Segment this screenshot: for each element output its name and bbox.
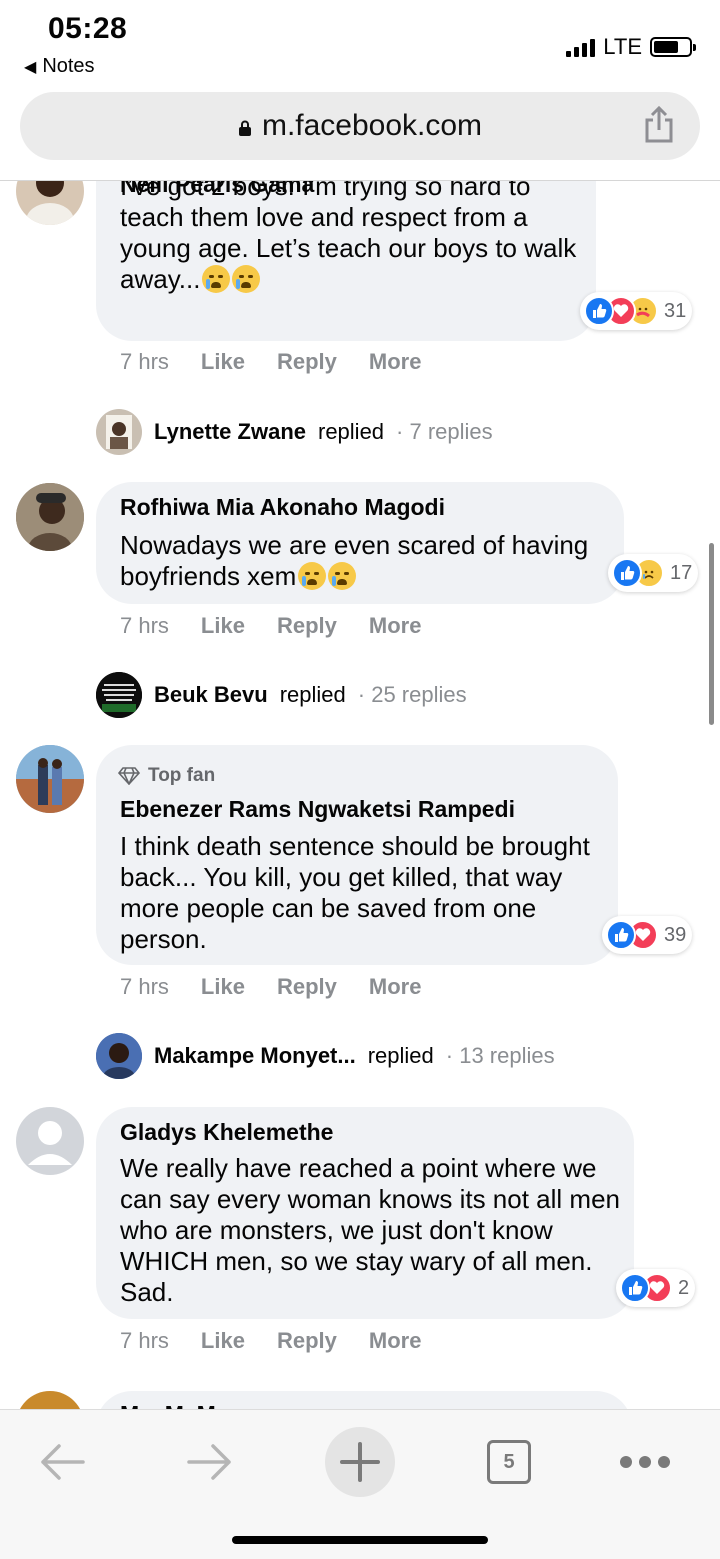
reply-count: · 25 replies <box>357 682 467 707</box>
sleepy-face-icon <box>298 562 327 590</box>
like-reaction-icon <box>584 296 614 326</box>
reply-button[interactable]: Reply <box>277 1328 337 1354</box>
reply-button[interactable]: Reply <box>277 349 337 375</box>
comment-bubble[interactable]: M... M. M... <box>96 1391 632 1409</box>
url-text: m.facebook.com <box>261 109 483 142</box>
ellipsis-icon <box>620 1456 670 1468</box>
home-indicator[interactable] <box>232 1536 488 1544</box>
replier-avatar <box>96 1033 142 1079</box>
plus-icon <box>340 1442 380 1482</box>
share-icon[interactable] <box>644 106 674 144</box>
reply-count: · 7 replies <box>396 419 493 444</box>
comment-time: 7 hrs <box>120 1328 169 1353</box>
comment-body: I’ve got 2 boys. I’m trying so hard to t… <box>120 181 580 295</box>
replies-link[interactable]: Makampe Monyet... replied · 13 replies <box>96 1033 555 1079</box>
back-button[interactable] <box>22 1422 102 1502</box>
like-reaction-icon <box>612 558 642 588</box>
address-bar[interactable]: m.facebook.com <box>20 92 700 160</box>
reaction-count: 17 <box>670 561 693 584</box>
loudly-crying-face-icon <box>202 265 231 293</box>
avatar[interactable] <box>16 1391 84 1409</box>
status-bar: 05:28 ◀ Notes LTE <box>0 0 720 88</box>
new-tab-button[interactable] <box>325 1427 395 1497</box>
tabs-button[interactable]: 5 <box>469 1422 549 1502</box>
more-button[interactable]: More <box>369 349 422 375</box>
like-button[interactable]: Like <box>201 349 245 375</box>
comment-author[interactable]: Gladys Khelemethe <box>120 1119 333 1146</box>
avatar[interactable] <box>16 745 84 813</box>
signal-icon <box>566 37 596 57</box>
comment-author[interactable]: Rofhiwa Mia Akonaho Magodi <box>120 494 445 521</box>
comment-bubble[interactable]: Nelli Pearls Gama I’ve got 2 boys. I’m t… <box>96 181 596 341</box>
tab-count: 5 <box>487 1440 531 1484</box>
comment-text: I’ve got 2 boys. I’m trying so hard to t… <box>120 181 577 294</box>
reaction-count: 39 <box>664 923 687 946</box>
like-button[interactable]: Like <box>201 613 245 639</box>
reply-button[interactable]: Reply <box>277 974 337 1000</box>
sleepy-face-icon <box>328 562 357 590</box>
replies-link[interactable]: Lynette Zwane replied · 7 replies <box>96 409 493 455</box>
replier-name: Makampe Monyet... <box>154 1043 356 1068</box>
back-to-app-button[interactable]: ◀ Notes <box>24 55 95 78</box>
comment-actions: 7 hrs Like Reply More <box>120 349 421 375</box>
comment-text: We really have reached a point where we … <box>120 1153 620 1307</box>
comment-time: 7 hrs <box>120 613 169 638</box>
comment-actions: 7 hrs Like Reply More <box>120 974 421 1000</box>
arrow-left-icon <box>41 1444 85 1480</box>
comment-bubble[interactable]: Gladys Khelemethe We really have reached… <box>96 1107 634 1319</box>
like-reaction-icon <box>620 1273 650 1303</box>
more-button[interactable]: More <box>369 613 422 639</box>
arrow-right-icon <box>187 1444 231 1480</box>
reaction-count: 31 <box>664 299 687 322</box>
comment-time: 7 hrs <box>120 349 169 374</box>
back-app-label: Notes <box>42 55 95 77</box>
comment-feed[interactable]: Nelli Pearls Gama I’ve got 2 boys. I’m t… <box>0 181 720 1409</box>
avatar[interactable] <box>16 181 84 225</box>
reaction-summary[interactable]: 31 <box>580 292 693 330</box>
comment-actions: 7 hrs Like Reply More <box>120 1328 421 1354</box>
comment-time: 7 hrs <box>120 974 169 999</box>
comment-bubble[interactable]: Rofhiwa Mia Akonaho Magodi Nowadays we a… <box>96 482 624 604</box>
reply-button[interactable]: Reply <box>277 613 337 639</box>
comment-author[interactable]: Ebenezer Rams Ngwaketsi Rampedi <box>120 796 515 823</box>
comment-author[interactable]: M... M. M... <box>120 1401 235 1409</box>
reply-count: · 13 replies <box>445 1043 555 1068</box>
battery-icon <box>650 37 696 57</box>
lock-icon <box>238 120 251 136</box>
back-triangle-icon: ◀ <box>24 58 37 76</box>
comment-body: Nowadays we are even scared of having bo… <box>120 530 610 592</box>
replies-link[interactable]: Beuk Bevu replied · 25 replies <box>96 672 467 718</box>
like-button[interactable]: Like <box>201 1328 245 1354</box>
replied-label: replied <box>318 419 385 444</box>
network-type: LTE <box>603 34 642 59</box>
replier-name: Lynette Zwane <box>154 419 306 444</box>
avatar[interactable] <box>16 483 84 551</box>
comment-bubble[interactable]: Top fan Ebenezer Rams Ngwaketsi Rampedi … <box>96 745 618 965</box>
loudly-crying-face-icon <box>232 265 261 293</box>
reaction-count: 2 <box>678 1276 690 1299</box>
reaction-summary[interactable]: 39 <box>602 916 693 954</box>
forward-button[interactable] <box>170 1422 250 1502</box>
replied-label: replied <box>367 1043 434 1068</box>
like-button[interactable]: Like <box>201 974 245 1000</box>
status-time: 05:28 <box>48 12 128 45</box>
more-button[interactable]: More <box>369 1328 422 1354</box>
replier-avatar <box>96 409 142 455</box>
avatar[interactable] <box>16 1107 84 1175</box>
more-button[interactable]: More <box>369 974 422 1000</box>
scrollbar[interactable] <box>709 543 714 725</box>
replied-label: replied <box>279 682 346 707</box>
top-fan-badge: Top fan <box>118 765 215 787</box>
diamond-icon <box>118 767 140 785</box>
more-button[interactable] <box>605 1422 685 1502</box>
comment-actions: 7 hrs Like Reply More <box>120 613 421 639</box>
like-reaction-icon <box>606 920 636 950</box>
reaction-summary[interactable]: 17 <box>608 554 699 592</box>
replier-avatar <box>96 672 142 718</box>
top-fan-label: Top fan <box>148 765 216 786</box>
reaction-summary[interactable]: 2 <box>616 1269 696 1307</box>
comment-text: I think death sentence should be brought… <box>120 831 590 954</box>
replier-name: Beuk Bevu <box>154 682 268 707</box>
